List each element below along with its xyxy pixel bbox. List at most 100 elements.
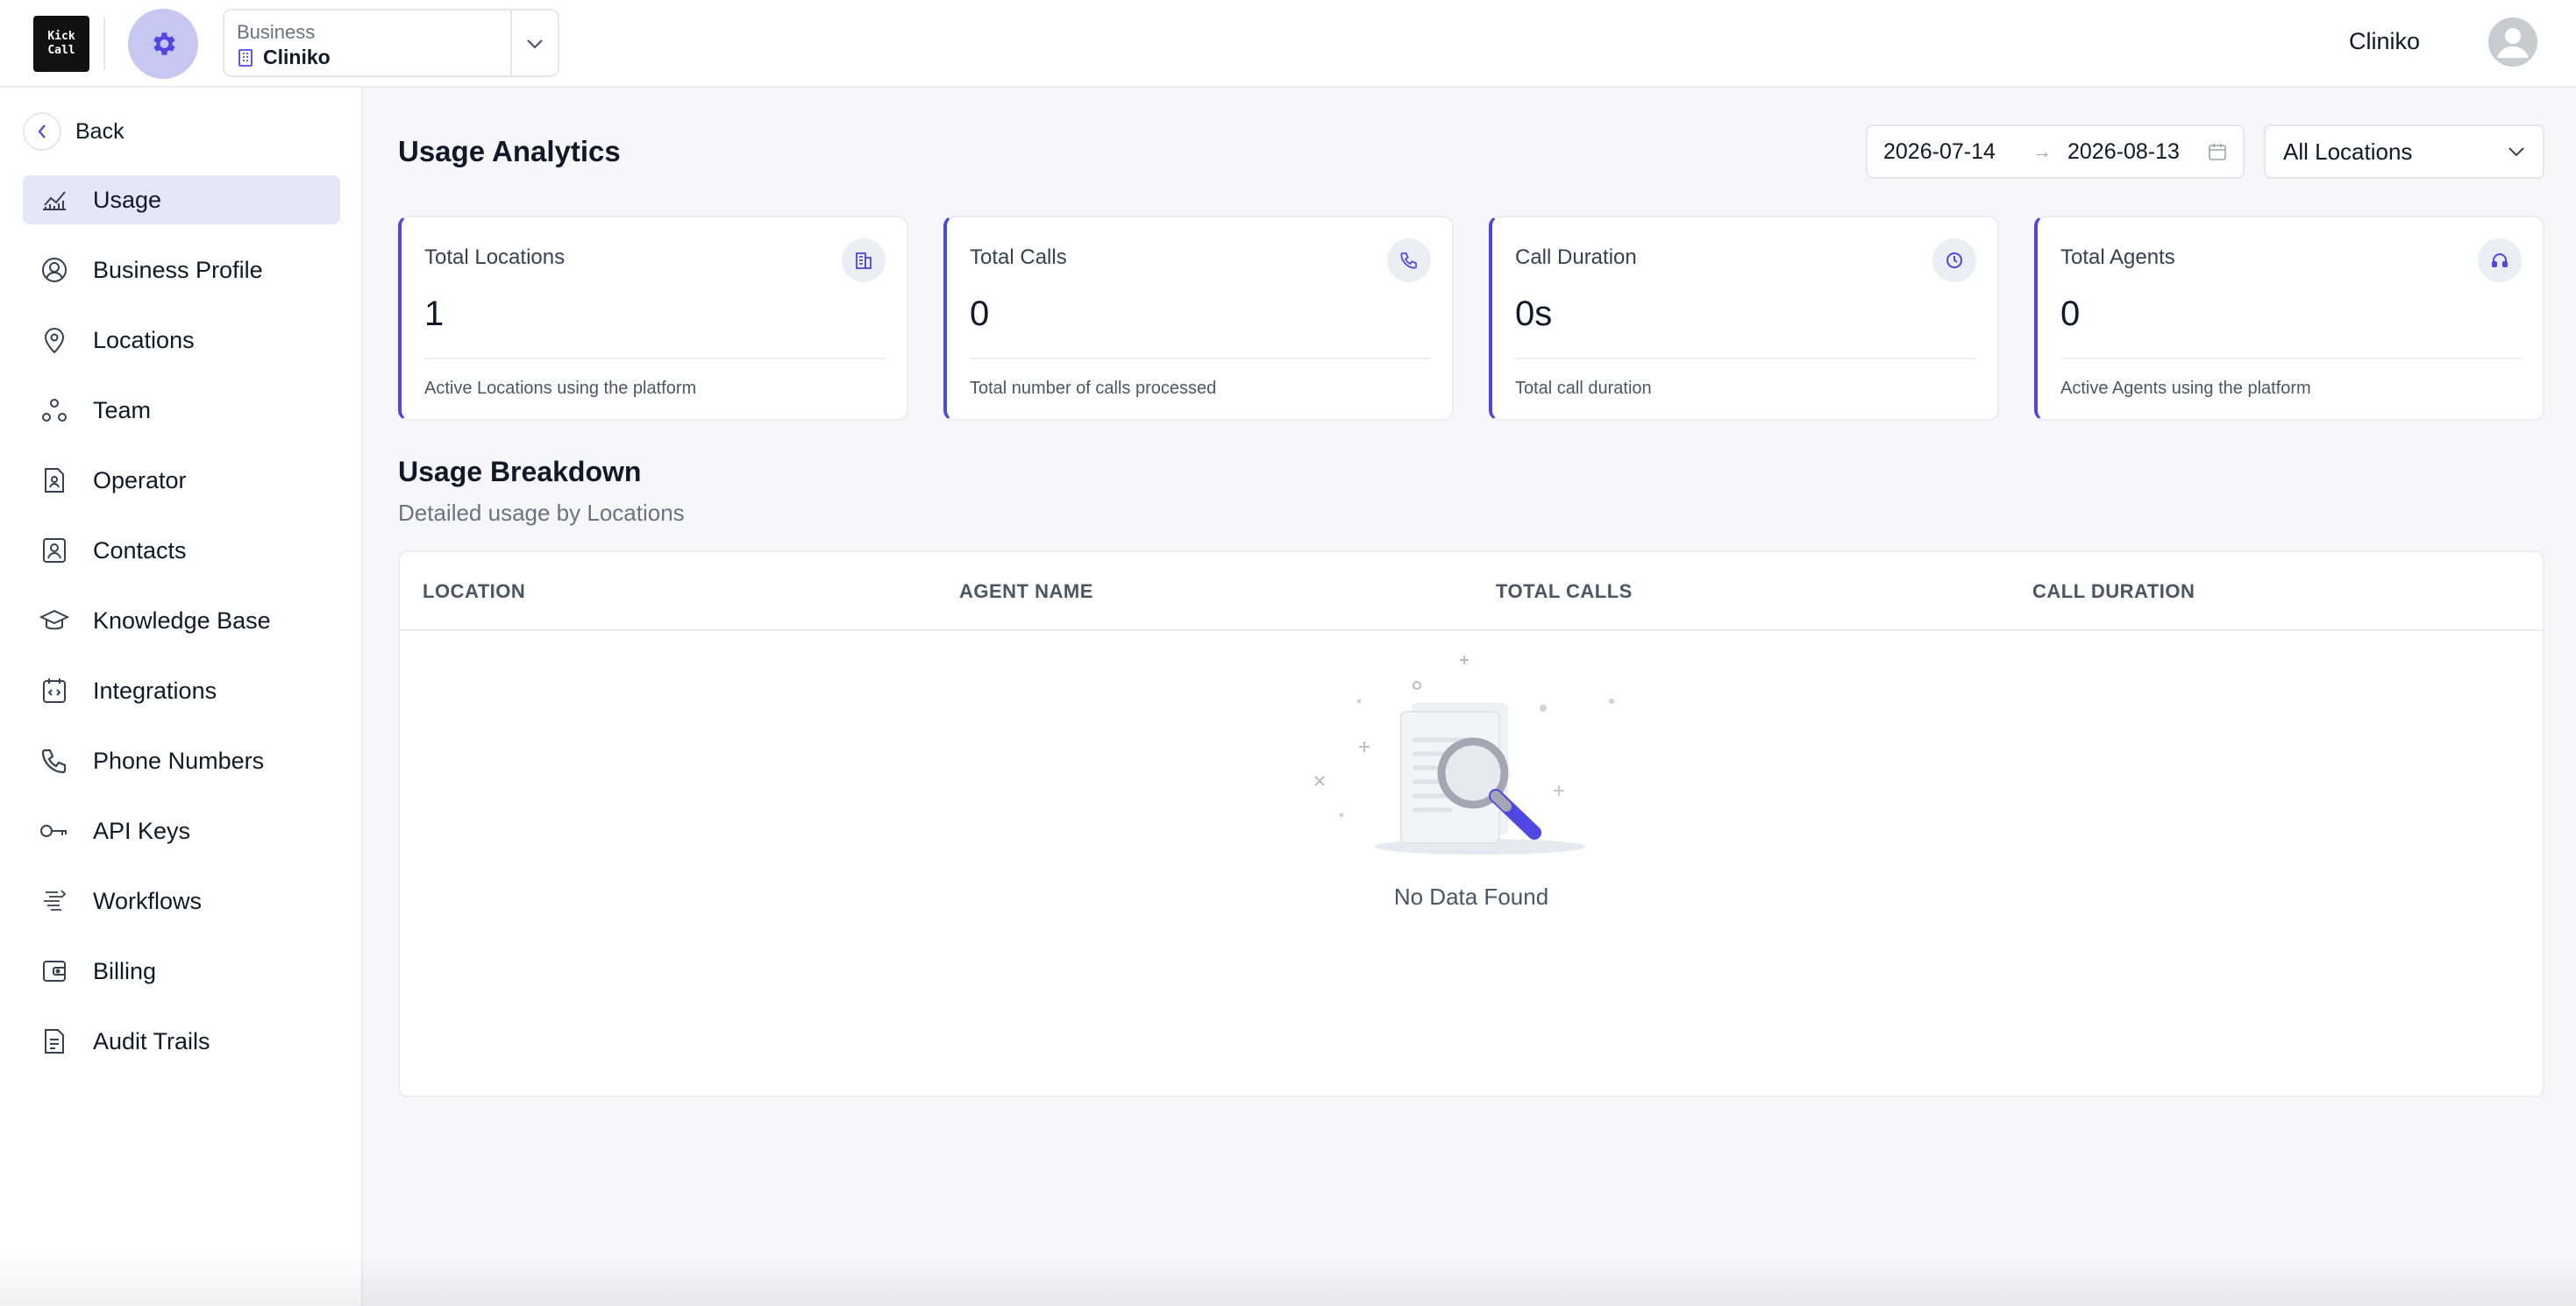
user-avatar-icon	[2497, 28, 2529, 58]
card-footer: Total number of calls processed	[970, 379, 1217, 398]
team-icon	[39, 394, 70, 426]
sidebar: Back Usage Business Profile Locations Te…	[0, 88, 363, 1306]
card-divider	[424, 358, 886, 359]
card-value: 0s	[1515, 295, 1553, 333]
sidebar-item-label: Phone Numbers	[93, 747, 265, 774]
card-title: Total Calls	[970, 245, 1067, 269]
sidebar-item-label: Locations	[93, 326, 195, 353]
wallet-icon	[39, 955, 70, 987]
card-title: Total Agents	[2060, 245, 2175, 269]
date-range-picker[interactable]: 2026-07-14 → 2026-08-13	[1866, 124, 2245, 179]
table-header: LOCATION AGENT NAME TOTAL CALLS CALL DUR…	[400, 552, 2543, 631]
date-start[interactable]: 2026-07-14	[1883, 139, 2032, 165]
column-header-agent-name[interactable]: AGENT NAME	[959, 580, 1093, 603]
card-footer: Active Locations using the platform	[424, 379, 697, 398]
phone-icon	[39, 745, 70, 777]
card-value: 0	[970, 295, 990, 333]
sidebar-item-knowledge-base[interactable]: Knowledge Base	[23, 596, 340, 645]
business-selector-divider	[510, 11, 512, 75]
card-value: 1	[424, 295, 445, 333]
logo-line-2: Call	[47, 44, 75, 57]
empty-state-text: No Data Found	[1393, 884, 1549, 910]
kickcall-logo[interactable]: Kick Call	[33, 16, 89, 72]
sidebar-item-label: Workflows	[93, 887, 203, 914]
bottom-shadow	[0, 1253, 2576, 1306]
sidebar-item-label: API Keys	[93, 817, 191, 844]
calendar-icon	[2209, 144, 2226, 160]
building-icon	[842, 238, 886, 282]
column-header-call-duration[interactable]: CALL DURATION	[2032, 580, 2195, 603]
sidebar-item-usage[interactable]: Usage	[23, 175, 340, 224]
stat-card-total-calls: Total Calls 0 Total number of calls proc…	[943, 216, 1454, 421]
sidebar-item-label: Billing	[93, 957, 157, 984]
chevron-left-icon	[23, 112, 61, 151]
empty-search-illustration	[1314, 656, 1614, 855]
sidebar-item-label: Operator	[93, 466, 187, 493]
clock-icon	[1932, 238, 1976, 282]
date-end[interactable]: 2026-08-13	[2067, 139, 2208, 165]
contacts-icon	[39, 535, 70, 566]
building-icon	[238, 48, 253, 67]
business-selector[interactable]: Business Cliniko	[223, 9, 559, 77]
sidebar-item-workflows[interactable]: Workflows	[23, 877, 340, 926]
location-filter-select[interactable]: All Locations	[2264, 124, 2544, 179]
stat-card-total-locations: Total Locations 1 Active Locations using…	[398, 216, 908, 421]
sidebar-item-business-profile[interactable]: Business Profile	[23, 245, 340, 295]
page-title: Usage Analytics	[398, 135, 621, 167]
chevron-down-icon	[2508, 147, 2524, 157]
sidebar-item-contacts[interactable]: Contacts	[23, 526, 340, 575]
sidebar-item-label: Integrations	[93, 677, 217, 704]
sidebar-item-operator[interactable]: Operator	[23, 456, 340, 505]
sidebar-item-locations[interactable]: Locations	[23, 316, 340, 365]
location-filter-value: All Locations	[2283, 138, 2413, 165]
sidebar-item-billing[interactable]: Billing	[23, 947, 340, 996]
stat-cards: Total Locations 1 Active Locations using…	[398, 216, 2544, 422]
card-value: 0	[2060, 295, 2081, 333]
logo-line-1: Kick	[47, 30, 75, 43]
divider	[103, 18, 105, 70]
stat-card-total-agents: Total Agents 0 Active Agents using the p…	[2034, 216, 2544, 421]
graduation-cap-icon	[39, 605, 70, 636]
stat-card-call-duration: Call Duration 0s Total call duration	[1489, 216, 1999, 421]
section-title: Usage Breakdown	[398, 456, 642, 487]
sidebar-item-api-keys[interactable]: API Keys	[23, 806, 340, 855]
user-name: Cliniko	[2348, 28, 2420, 54]
card-divider	[1515, 358, 1976, 359]
key-icon	[39, 815, 70, 847]
sidebar-item-integrations[interactable]: Integrations	[23, 666, 340, 715]
sidebar-item-label: Contacts	[93, 536, 187, 564]
business-label: Business	[237, 21, 316, 43]
sidebar-nav: Usage Business Profile Locations Team Op…	[23, 175, 340, 1087]
sidebar-item-team[interactable]: Team	[23, 386, 340, 435]
business-value: Cliniko	[263, 46, 331, 68]
business-value-wrap: Cliniko	[237, 46, 331, 69]
column-header-total-calls[interactable]: TOTAL CALLS	[1496, 580, 1633, 603]
card-title: Call Duration	[1515, 245, 1637, 269]
operator-icon	[39, 465, 70, 496]
top-bar: Kick Call Business Cliniko Cliniko	[0, 0, 2576, 88]
sidebar-item-phone-numbers[interactable]: Phone Numbers	[23, 736, 340, 785]
date-range-arrow: →	[2032, 140, 2052, 162]
chevron-down-icon[interactable]	[523, 32, 547, 56]
settings-button[interactable]	[128, 9, 198, 79]
integrations-icon	[39, 675, 70, 706]
headset-icon	[2478, 238, 2522, 282]
phone-icon	[1387, 238, 1431, 282]
user-circle-icon	[39, 254, 70, 286]
back-label: Back	[75, 118, 125, 144]
workflow-icon	[39, 885, 70, 917]
back-button[interactable]: Back	[23, 112, 125, 151]
sidebar-item-label: Team	[93, 396, 152, 423]
gear-icon	[153, 32, 175, 55]
map-pin-icon	[39, 324, 70, 356]
column-header-location[interactable]: LOCATION	[423, 580, 525, 603]
document-icon	[39, 1026, 70, 1057]
avatar[interactable]	[2488, 18, 2537, 67]
sidebar-item-audit-trails[interactable]: Audit Trails	[23, 1017, 340, 1066]
sidebar-item-label: Business Profile	[93, 256, 263, 283]
empty-state: No Data Found	[400, 631, 2543, 1096]
chart-line-icon	[39, 184, 70, 216]
card-divider	[970, 358, 1431, 359]
card-divider	[2060, 358, 2522, 359]
section-subtitle: Detailed usage by Locations	[398, 500, 685, 526]
